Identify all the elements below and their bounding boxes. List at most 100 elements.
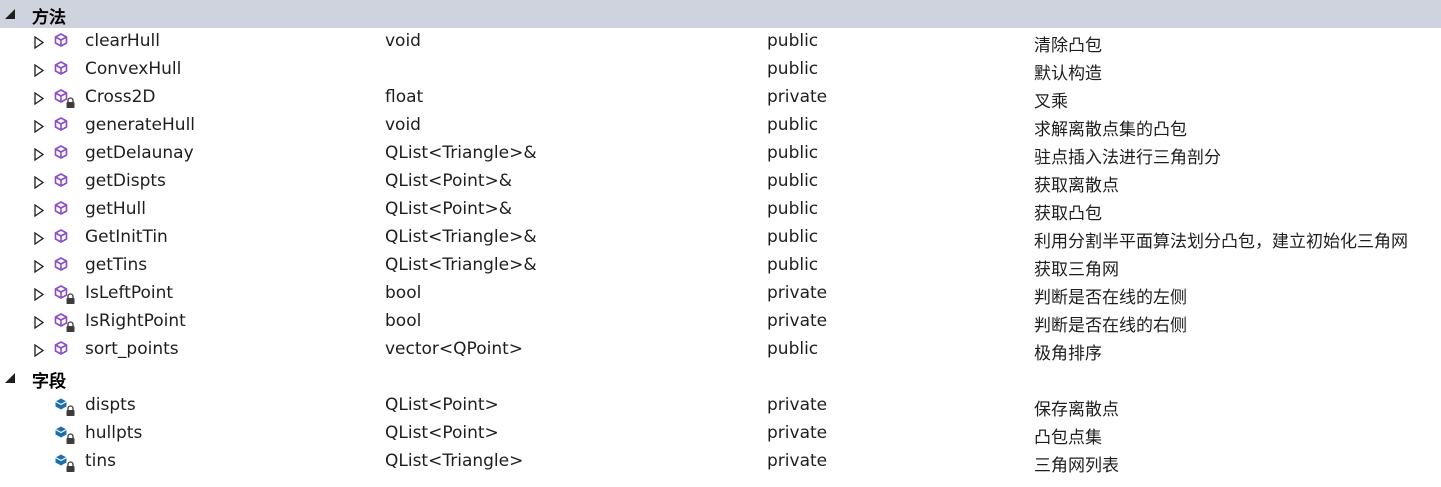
member-type: QList<Point>& <box>385 171 513 191</box>
private-method-icon <box>54 89 75 108</box>
member-name: sort_points <box>85 339 179 359</box>
group-label: 字段 <box>32 372 66 392</box>
member-row[interactable]: getDispts QList<Point>& public 获取离散点 <box>0 168 1441 196</box>
collapse-triangle-icon[interactable] <box>4 372 16 384</box>
expand-arrow-icon[interactable] <box>33 176 45 189</box>
member-access: private <box>767 311 828 331</box>
member-description: 利用分割半平面算法划分凸包，建立初始化三角网 <box>1034 232 1408 252</box>
member-name: clearHull <box>85 31 160 51</box>
method-icon <box>54 173 68 187</box>
member-name: tins <box>85 451 117 471</box>
member-description: 三角网列表 <box>1034 456 1119 476</box>
method-icon <box>54 229 68 243</box>
member-access: public <box>767 115 819 135</box>
member-access: private <box>767 87 828 107</box>
member-name: getDispts <box>85 171 166 191</box>
member-name: GetInitTin <box>85 227 168 247</box>
expand-arrow-icon[interactable] <box>33 232 45 245</box>
method-icon <box>54 61 68 75</box>
member-description: 获取三角网 <box>1034 260 1119 280</box>
expand-arrow-icon[interactable] <box>33 148 45 161</box>
group-header-fields[interactable]: 字段 <box>0 364 1441 392</box>
member-name: generateHull <box>85 115 196 135</box>
expand-arrow-icon[interactable] <box>33 204 45 217</box>
member-row[interactable]: ConvexHull public 默认构造 <box>0 56 1441 84</box>
group-header-methods[interactable]: 方法 <box>0 0 1441 28</box>
method-icon <box>54 145 68 159</box>
member-type: void <box>385 31 421 51</box>
member-description: 判断是否在线的左侧 <box>1034 288 1187 308</box>
private-field-icon <box>55 454 75 472</box>
member-description: 求解离散点集的凸包 <box>1034 120 1187 140</box>
member-row[interactable]: sort_points vector<QPoint> public 极角排序 <box>0 336 1441 364</box>
member-access: public <box>767 59 819 79</box>
member-description: 驻点插入法进行三角剖分 <box>1034 148 1221 168</box>
private-field-icon <box>55 426 75 444</box>
expand-arrow-icon[interactable] <box>33 316 45 329</box>
member-name: hullpts <box>85 423 143 443</box>
member-access: public <box>767 171 819 191</box>
member-type: QList<Triangle> <box>385 451 524 471</box>
member-access: private <box>767 451 828 471</box>
member-access: public <box>767 143 819 163</box>
member-name: IsRightPoint <box>85 311 186 331</box>
member-row[interactable]: dispts QList<Point> private 保存离散点 <box>0 392 1441 420</box>
member-access: public <box>767 227 819 247</box>
member-row[interactable]: clearHull void public 清除凸包 <box>0 28 1441 56</box>
member-row[interactable]: IsLeftPoint bool private 判断是否在线的左侧 <box>0 280 1441 308</box>
member-type: bool <box>385 283 422 303</box>
private-method-icon <box>54 285 75 304</box>
expand-arrow-icon[interactable] <box>33 120 45 133</box>
member-description: 保存离散点 <box>1034 400 1119 420</box>
member-row[interactable]: getDelaunay QList<Triangle>& public 驻点插入… <box>0 140 1441 168</box>
group-label: 方法 <box>32 8 66 28</box>
method-icon <box>54 117 68 131</box>
member-name: IsLeftPoint <box>85 283 174 303</box>
member-access: private <box>767 283 828 303</box>
member-access: public <box>767 199 819 219</box>
member-type: QList<Triangle>& <box>385 227 537 247</box>
private-field-icon <box>55 398 75 416</box>
member-name: Cross2D <box>85 87 156 107</box>
member-access: public <box>767 339 819 359</box>
member-row[interactable]: GetInitTin QList<Triangle>& public 利用分割半… <box>0 224 1441 252</box>
member-type: QList<Triangle>& <box>385 255 537 275</box>
member-description: 清除凸包 <box>1034 36 1102 56</box>
expand-arrow-icon[interactable] <box>33 344 45 357</box>
member-type: QList<Point>& <box>385 199 513 219</box>
member-type: QList<Point> <box>385 395 499 415</box>
expand-arrow-icon[interactable] <box>33 260 45 273</box>
member-row[interactable]: hullpts QList<Point> private 凸包点集 <box>0 420 1441 448</box>
member-access: private <box>767 423 828 443</box>
member-access: public <box>767 255 819 275</box>
member-row[interactable]: getTins QList<Triangle>& public 获取三角网 <box>0 252 1441 280</box>
member-type: void <box>385 115 421 135</box>
method-icon <box>54 201 68 215</box>
member-type: QList<Triangle>& <box>385 143 537 163</box>
expand-arrow-icon[interactable] <box>33 36 45 49</box>
member-type: QList<Point> <box>385 423 499 443</box>
member-description: 判断是否在线的右侧 <box>1034 316 1187 336</box>
member-row[interactable]: tins QList<Triangle> private 三角网列表 <box>0 448 1441 476</box>
expand-arrow-icon[interactable] <box>33 92 45 105</box>
member-description: 获取凸包 <box>1034 204 1102 224</box>
member-type: float <box>385 87 424 107</box>
member-type: vector<QPoint> <box>385 339 524 359</box>
member-row[interactable]: Cross2D float private 叉乘 <box>0 84 1441 112</box>
member-description: 叉乘 <box>1034 92 1068 112</box>
method-icon <box>54 341 68 355</box>
member-description: 获取离散点 <box>1034 176 1119 196</box>
member-row[interactable]: IsRightPoint bool private 判断是否在线的右侧 <box>0 308 1441 336</box>
expand-arrow-icon[interactable] <box>33 64 45 77</box>
method-icon <box>54 257 68 271</box>
member-name: getDelaunay <box>85 143 194 163</box>
member-name: getTins <box>85 255 148 275</box>
member-name: getHull <box>85 199 146 219</box>
member-access: private <box>767 395 828 415</box>
member-row[interactable]: getHull QList<Point>& public 获取凸包 <box>0 196 1441 224</box>
member-description: 凸包点集 <box>1034 428 1102 448</box>
expand-arrow-icon[interactable] <box>33 288 45 301</box>
member-row[interactable]: generateHull void public 求解离散点集的凸包 <box>0 112 1441 140</box>
member-name: dispts <box>85 395 136 415</box>
collapse-triangle-icon[interactable] <box>4 8 16 20</box>
